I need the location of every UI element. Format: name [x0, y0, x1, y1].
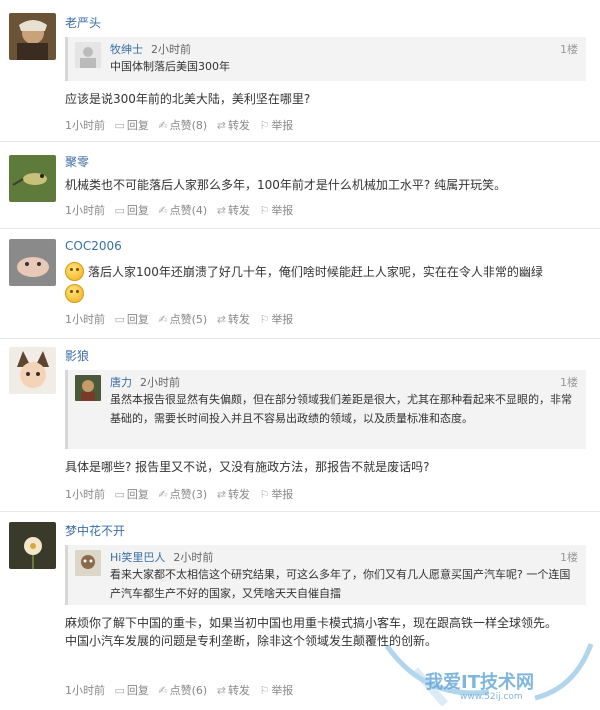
comment-time: 1小时前: [65, 313, 105, 326]
comment-actions: 1小时前 ▭ 回复 ✍ 点赞(6) ⇄ 转发 ⚐ 举报: [65, 682, 293, 698]
comment-time: 1小时前: [65, 119, 105, 132]
comment-item: 梦中花不开 Hi笑里巴人 2小时前 1楼 看来大家都不太相信这个研究结果，可这么多…: [0, 511, 600, 706]
commenter-name[interactable]: 梦中花不开: [65, 522, 125, 539]
reply-icon: ▭: [114, 204, 125, 217]
floor-number: 1楼: [560, 43, 578, 56]
share-icon: ⇄: [216, 119, 226, 132]
commenter-name[interactable]: COC2006: [65, 239, 122, 253]
comment-item: COC2006 落后人家100年还崩溃了好几十年，俺们啥时候能赶上人家呢，实在在…: [0, 228, 600, 339]
report-button[interactable]: ⚐ 举报: [259, 486, 293, 502]
reply-icon: ▭: [114, 119, 125, 132]
thumbs-up-icon: ✍: [158, 119, 168, 132]
avatar[interactable]: [75, 550, 101, 576]
quoted-comment: Hi笑里巴人 2小时前 1楼 看来大家都不太相信这个研究结果，可这么多年了，你们又…: [65, 545, 586, 605]
quoted-user[interactable]: 唐力 2小时前: [110, 374, 180, 390]
share-icon: ⇄: [216, 684, 226, 697]
reply-icon: ▭: [114, 313, 125, 326]
share-button[interactable]: ⇄ 转发: [217, 311, 250, 327]
reply-button[interactable]: ▭ 回复: [115, 202, 149, 218]
reply-button[interactable]: ▭ 回复: [115, 682, 149, 698]
avatar[interactable]: [9, 522, 56, 569]
comment-text: 机械类也不可能落后人家那么多年，100年前才是什么机械加工水平? 纯属开玩笑。: [65, 178, 507, 192]
reply-button[interactable]: ▭ 回复: [115, 117, 149, 133]
comment-actions: 1小时前 ▭ 回复 ✍ 点赞(8) ⇄ 转发 ⚐ 举报: [65, 117, 293, 133]
avatar[interactable]: [9, 13, 56, 60]
reply-icon: ▭: [114, 684, 125, 697]
comment-actions: 1小时前 ▭ 回复 ✍ 点赞(3) ⇄ 转发 ⚐ 举报: [65, 486, 293, 502]
avatar[interactable]: [9, 155, 56, 202]
share-icon: ⇄: [216, 204, 226, 217]
share-icon: ⇄: [216, 313, 226, 326]
comment-actions: 1小时前 ▭ 回复 ✍ 点赞(5) ⇄ 转发 ⚐ 举报: [65, 311, 293, 327]
quoted-time: 2小时前: [173, 551, 214, 564]
report-icon: ⚐: [259, 313, 270, 326]
avatar[interactable]: [9, 347, 56, 394]
thumbs-up-icon: ✍: [158, 204, 168, 217]
emoji-icon: [65, 262, 84, 281]
thumbs-up-icon: ✍: [158, 684, 168, 697]
comment-item: 影狼 唐力 2小时前 1楼 虽然本报告很显然有失偏颇，但在部分领域我们差距是很大，…: [0, 338, 600, 512]
comment-text: 具体是哪些? 报告里又不说，又没有施政方法，那报告不就是废话吗?: [65, 460, 430, 474]
report-button[interactable]: ⚐ 举报: [259, 202, 293, 218]
share-button[interactable]: ⇄ 转发: [217, 486, 250, 502]
report-icon: ⚐: [259, 488, 270, 501]
like-button[interactable]: ✍ 点赞(3): [158, 486, 207, 502]
floor-number: 1楼: [560, 376, 578, 389]
quoted-comment: 牧绅士 2小时前 1楼 中国体制落后美国300年: [65, 37, 586, 81]
like-button[interactable]: ✍ 点赞(6): [158, 682, 207, 698]
reply-button[interactable]: ▭ 回复: [115, 486, 149, 502]
quoted-comment: 唐力 2小时前 1楼 虽然本报告很显然有失偏颇，但在部分领域我们差距是很大，尤其在…: [65, 370, 586, 449]
share-icon: ⇄: [216, 488, 226, 501]
report-icon: ⚐: [259, 204, 270, 217]
quoted-time: 2小时前: [140, 376, 180, 389]
like-button[interactable]: ✍ 点赞(5): [158, 311, 207, 327]
comment-time: 1小时前: [65, 204, 105, 217]
quoted-user[interactable]: Hi笑里巴人 2小时前: [110, 549, 213, 565]
commenter-name[interactable]: 影狼: [65, 347, 89, 364]
commenter-name[interactable]: 老严头: [65, 14, 101, 31]
thumbs-up-icon: ✍: [158, 313, 168, 326]
reply-button[interactable]: ▭ 回复: [115, 311, 149, 327]
quoted-time: 2小时前: [151, 43, 191, 56]
reply-icon: ▭: [114, 488, 125, 501]
comment-text: 落后人家100年还崩溃了好几十年，俺们啥时候能赶上人家呢，实在在令人非常的幽绿: [88, 265, 543, 279]
share-button[interactable]: ⇄ 转发: [217, 682, 250, 698]
emoji-icon: [65, 284, 84, 303]
like-button[interactable]: ✍ 点赞(4): [158, 202, 207, 218]
avatar[interactable]: [75, 42, 101, 68]
comment-text: 应该是说300年前的北美大陆，美利坚在哪里?: [65, 92, 311, 106]
share-button[interactable]: ⇄ 转发: [217, 202, 250, 218]
report-icon: ⚐: [259, 119, 270, 132]
report-button[interactable]: ⚐ 举报: [259, 311, 293, 327]
share-button[interactable]: ⇄ 转发: [217, 117, 250, 133]
comment-text: 麻烦你了解下中国的重卡，如果当初中国也用重卡模式搞小客车，现在跟高铁一样全球领先…: [65, 616, 558, 648]
comment-item: 聚零 机械类也不可能落后人家那么多年，100年前才是什么机械加工水平? 纯属开玩…: [0, 141, 600, 229]
report-button[interactable]: ⚐ 举报: [259, 682, 293, 698]
quoted-user[interactable]: 牧绅士 2小时前: [110, 41, 191, 57]
comment-time: 1小时前: [65, 684, 105, 697]
comment-time: 1小时前: [65, 488, 105, 501]
avatar[interactable]: [9, 239, 56, 286]
like-button[interactable]: ✍ 点赞(8): [158, 117, 207, 133]
quoted-text: 虽然本报告很显然有失偏颇，但在部分领域我们差距是很大，尤其在那种看起来不显眼的，…: [110, 393, 572, 425]
floor-number: 1楼: [560, 551, 578, 564]
comment-item: 老严头 牧绅士 2小时前 1楼 中国体制落后美国300年 应该是说300年前的北美…: [0, 0, 600, 142]
quoted-text: 看来大家都不太相信这个研究结果，可这么多年了，你们又有几人愿意买国产汽车呢? 一…: [110, 568, 571, 600]
thumbs-up-icon: ✍: [158, 488, 168, 501]
quoted-text: 中国体制落后美国300年: [110, 60, 230, 73]
avatar[interactable]: [75, 375, 101, 401]
comment-actions: 1小时前 ▭ 回复 ✍ 点赞(4) ⇄ 转发 ⚐ 举报: [65, 202, 293, 218]
report-icon: ⚐: [259, 684, 270, 697]
commenter-name[interactable]: 聚零: [65, 153, 89, 170]
report-button[interactable]: ⚐ 举报: [259, 117, 293, 133]
